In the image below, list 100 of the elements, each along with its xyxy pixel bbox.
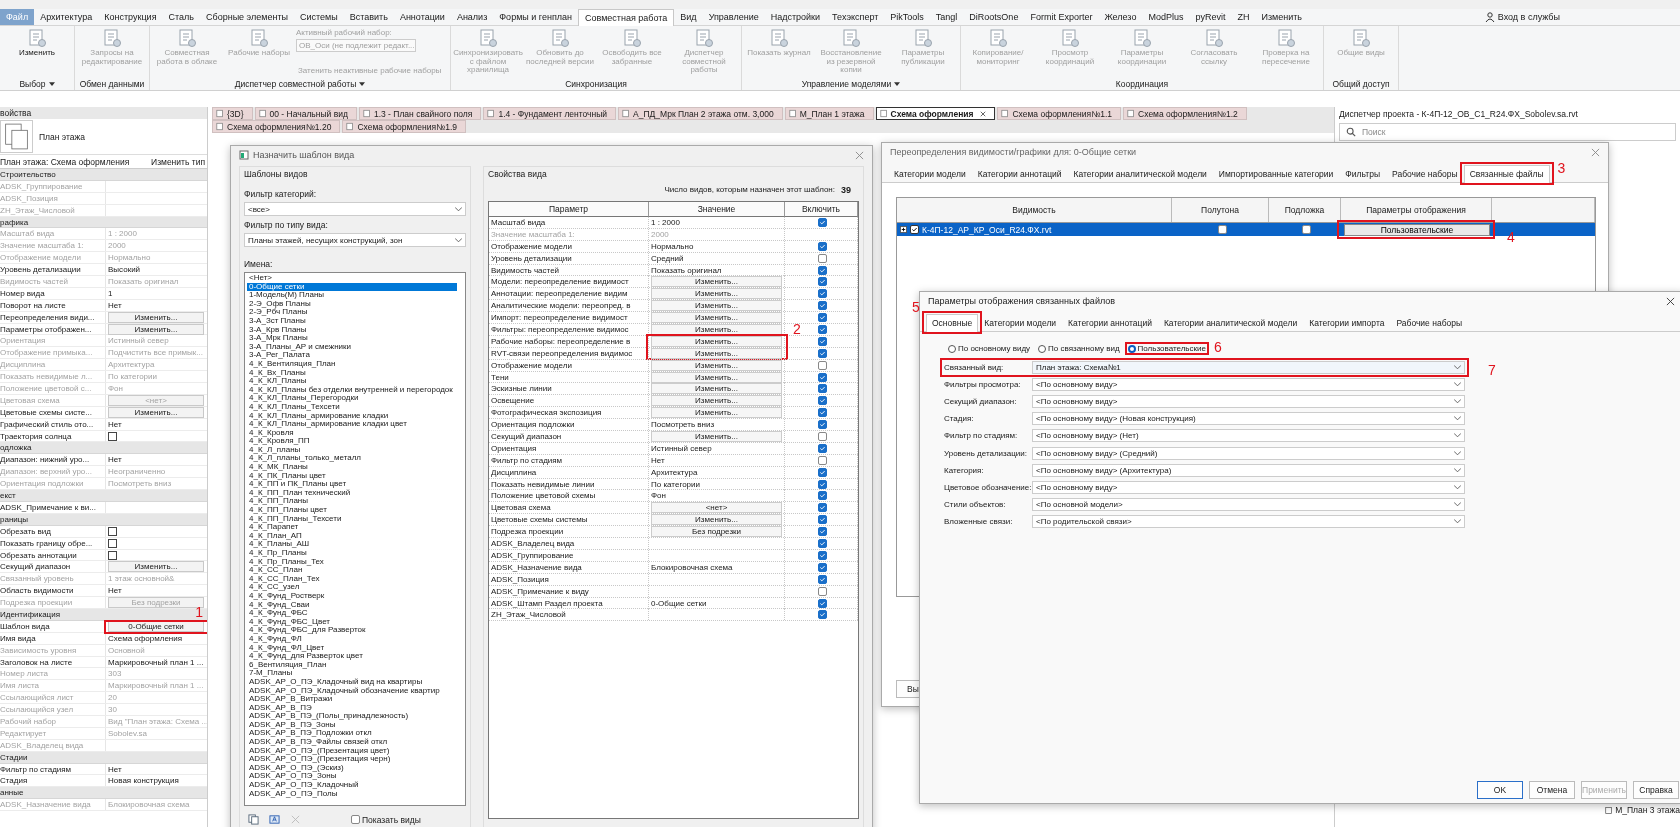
edit-button[interactable]: Без подрезки xyxy=(651,526,782,538)
radio-option[interactable]: По основному виду xyxy=(948,344,1031,353)
list-item[interactable]: 4_К_КЛ_Планы_армирование кладки цвет xyxy=(247,420,457,429)
include-checkbox[interactable] xyxy=(817,491,827,501)
list-item[interactable]: 4_К_КЛ_Планы xyxy=(247,377,457,386)
ribbon-tab[interactable]: ZH xyxy=(1231,9,1256,25)
view-tab[interactable]: 1.4 - Фундамент ленточный xyxy=(483,107,617,120)
ribbon-tab[interactable]: Конструкция xyxy=(98,9,163,25)
list-item[interactable]: ADSK_АР_В_ПЭ_(Полы_принадлежность) xyxy=(247,712,457,721)
list-item[interactable]: 4_К_Фунд_ФЛ_Цвет xyxy=(247,643,457,653)
list-item[interactable]: 4_К_КЛ_Планы_армирование кладки xyxy=(247,411,457,421)
list-item[interactable]: 4_К_СС_узел xyxy=(247,583,457,592)
include-checkbox[interactable] xyxy=(817,265,827,275)
list-item[interactable]: 4_К_План_АП xyxy=(247,531,457,541)
list-item[interactable]: 4_К_Вентиляция_План xyxy=(247,359,457,369)
checkbox[interactable] xyxy=(108,550,117,560)
list-item[interactable]: 3-А_Зст Планы xyxy=(247,316,457,326)
list-item[interactable]: ADSK_АР_О_ПЭ_(Презентация черн) xyxy=(247,755,457,764)
view-tab[interactable]: 00 - Начальный вид xyxy=(254,107,357,120)
list-item[interactable]: ADSK_АР_О_ПЭ_Полы xyxy=(247,789,457,799)
include-checkbox[interactable] xyxy=(817,467,827,477)
include-checkbox[interactable] xyxy=(817,432,827,442)
list-item[interactable]: 4_К_Фунд_ФБС_для Разверток xyxy=(247,626,457,635)
include-checkbox[interactable] xyxy=(817,420,827,430)
group-header[interactable]: рафика xyxy=(0,217,29,227)
search-field[interactable]: Поиск xyxy=(1339,123,1676,141)
list-item[interactable]: ADSK_АР_О_ПЭ_Кладочный вид на квартиры xyxy=(247,677,457,687)
list-item[interactable]: ADSK_АР_В_ПЭ xyxy=(247,703,457,713)
dialog-tab[interactable]: Основные xyxy=(926,314,979,332)
edit-button[interactable]: Изменить... xyxy=(108,323,204,335)
list-item[interactable]: 4_К_ПП_Планы xyxy=(247,497,457,507)
ribbon-button[interactable]: Изменить xyxy=(2,28,72,58)
checkbox[interactable] xyxy=(108,538,117,548)
dialog-tab[interactable]: Рабочие наборы xyxy=(1386,165,1464,182)
dropdown-field[interactable]: <По основному виду> xyxy=(1032,378,1465,392)
edit-button[interactable]: Изменить... xyxy=(651,395,782,407)
edit-button[interactable]: Изменить... xyxy=(651,288,782,300)
close-icon[interactable] xyxy=(980,110,987,117)
include-checkbox[interactable] xyxy=(817,396,827,406)
list-item[interactable]: 2-Э_Офв Планы xyxy=(247,299,457,309)
edit-button[interactable]: 0-Общие сетки xyxy=(108,620,204,632)
ribbon-tab[interactable]: Сборные элементы xyxy=(200,9,294,25)
group-header[interactable]: одложка xyxy=(0,443,32,453)
list-item[interactable]: 3-А_Крв Планы xyxy=(247,325,457,335)
edit-button[interactable]: Изменить... xyxy=(108,406,204,418)
ribbon-tab[interactable]: Formit Exporter xyxy=(1024,9,1099,25)
include-checkbox[interactable] xyxy=(817,574,827,584)
list-item[interactable]: 4_К_СС_План xyxy=(247,566,457,575)
list-item[interactable]: 4_К_Кровля xyxy=(247,428,457,438)
view-type-dropdown[interactable]: Планы этажей, несущих конструкций, зон xyxy=(244,233,466,247)
duplicate-icon[interactable] xyxy=(248,814,259,825)
view-tab[interactable]: М_План 1 этажа xyxy=(784,107,874,120)
edit-button[interactable]: Изменить... xyxy=(651,359,782,371)
list-item[interactable]: 4_К_Вх_Планы xyxy=(247,368,457,378)
dialog-tab[interactable]: Категории импорта xyxy=(1303,314,1391,331)
list-item[interactable]: 6_Вентиляция_План xyxy=(247,660,457,670)
view-tab[interactable]: 1.3 - План свайного поля xyxy=(358,107,482,120)
edit-button[interactable]: Изменить... xyxy=(651,407,782,419)
list-item[interactable]: 4_К_ПК_Планы цвет xyxy=(247,471,457,481)
dialog-button[interactable]: Справка xyxy=(1633,781,1679,799)
list-item[interactable]: ADSK_АР_О_ПЭ_(Презентация цвет) xyxy=(247,746,457,756)
dialog-tab[interactable]: Категории аналитической модели xyxy=(1067,165,1213,182)
ribbon-tab[interactable]: Вставить xyxy=(343,9,394,25)
ribbon-tab[interactable]: PikTools xyxy=(884,9,930,25)
include-checkbox[interactable] xyxy=(817,443,827,453)
list-item[interactable]: 1-Модель(М) Планы xyxy=(247,291,457,300)
list-item[interactable]: 4_К_Л_планы xyxy=(247,445,457,455)
display-settings-button[interactable]: Пользовательские xyxy=(1344,223,1490,236)
caret-icon[interactable] xyxy=(894,81,901,86)
include-checkbox[interactable] xyxy=(817,277,827,287)
dropdown-field[interactable]: <По родительской связи> xyxy=(1032,514,1465,528)
include-checkbox[interactable] xyxy=(817,539,827,549)
group-header[interactable]: екст xyxy=(0,491,16,501)
dropdown-field[interactable]: План этажа: Схема№1 xyxy=(1032,361,1465,375)
list-item[interactable]: 4_К_Пр_Планы xyxy=(247,549,457,558)
checkbox[interactable] xyxy=(108,526,117,536)
list-item[interactable]: 0-Общие сетки xyxy=(247,282,457,292)
dropdown-field[interactable]: <По основному виду> (Новая конструкция) xyxy=(1032,412,1465,426)
include-checkbox[interactable] xyxy=(817,455,827,465)
include-checkbox[interactable] xyxy=(817,313,827,323)
radio-option[interactable]: По связанному вид xyxy=(1038,344,1120,353)
list-item[interactable]: 4_К_Планы_АШ xyxy=(247,540,457,549)
type-selector[interactable]: План этажа xyxy=(39,131,207,142)
include-checkbox[interactable] xyxy=(817,562,827,572)
edit-type-button[interactable]: Изменить тип xyxy=(151,156,207,167)
ribbon-tab[interactable]: Железо xyxy=(1098,9,1143,25)
edit-button[interactable]: Изменить... xyxy=(108,561,204,573)
list-item[interactable]: ADSK_АР_О_ПЭ_Кладочный xyxy=(247,781,457,790)
view-tab[interactable]: Схема оформления№1.2 xyxy=(1123,107,1247,120)
edit-button[interactable]: Изменить... xyxy=(651,431,782,443)
list-item[interactable]: 4_К_КЛ_Планы без отделки внутренней и перегородок xyxy=(247,385,457,395)
rename-icon[interactable] xyxy=(269,814,280,825)
edit-button[interactable]: <нет> xyxy=(651,502,782,514)
include-checkbox[interactable] xyxy=(817,289,827,299)
dialog-tab[interactable]: Фильтры xyxy=(1339,165,1386,182)
dropdown-field[interactable]: <По основному виду> (Архитектура) xyxy=(1032,463,1465,477)
list-item[interactable]: 4_К_ПП и ПК_Планы цвет xyxy=(247,480,457,489)
sign-in-menu[interactable]: Вход в службы xyxy=(1497,12,1560,22)
halftone-checkbox[interactable] xyxy=(1217,225,1227,234)
list-item[interactable]: ADSK_АР_О_ПЭ_(Эскиз) xyxy=(247,763,457,773)
